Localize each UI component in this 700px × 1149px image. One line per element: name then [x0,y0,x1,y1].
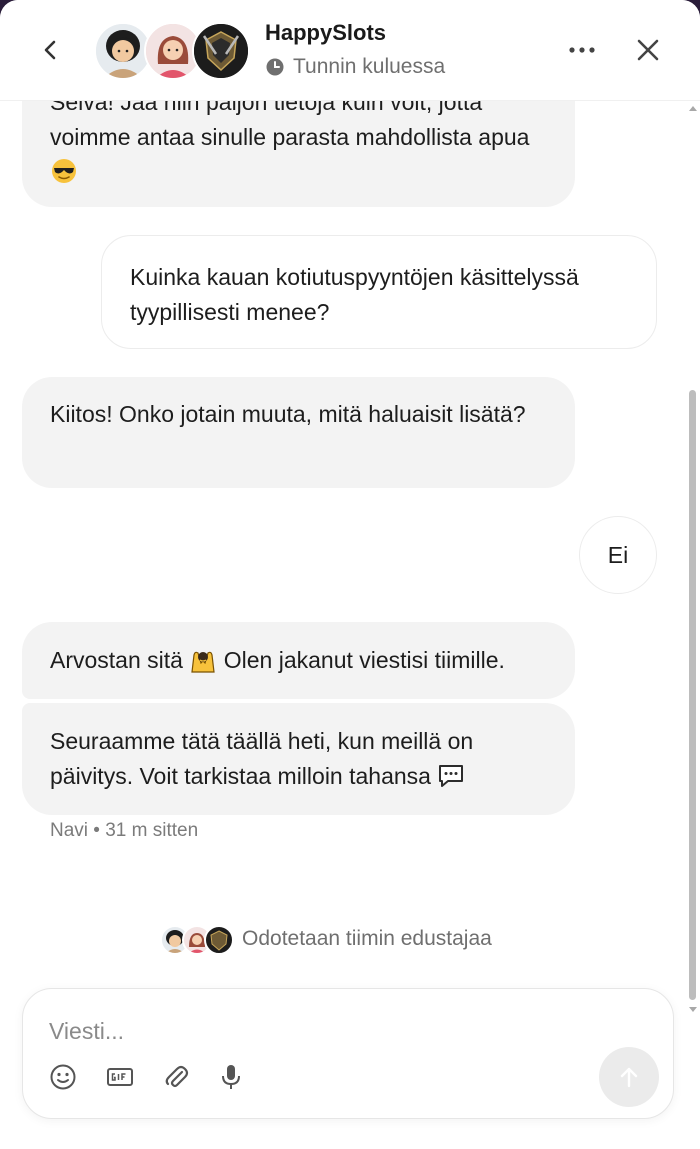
speech-bubble-emoji [439,765,464,787]
message-list[interactable]: Selvä! Jaa niin paljon tietoja kuin voit… [0,100,686,980]
message-text: Arvostan sitä [50,647,183,673]
scroll-down-arrow-icon[interactable] [688,1006,698,1014]
message-input[interactable] [47,1013,571,1049]
send-button[interactable] [599,1047,659,1107]
message-text: Selvä! Jaa niin paljon tietoja kuin voit… [50,100,530,150]
agent-avatars [94,22,254,80]
avatar [204,925,234,955]
status-text: Tunnin kuluessa [293,55,446,78]
chat-header: HappySlots Tunnin kuluessa [0,0,700,101]
sunglasses-emoji [52,159,76,183]
response-time-status: Tunnin kuluessa [265,55,445,79]
voice-button[interactable] [216,1062,246,1092]
message-text: Ei [607,541,629,568]
gif-icon [107,1068,133,1086]
bot-message: Kiitos! Onko jotain muuta, mitä haluaisi… [22,377,575,488]
message-composer [22,988,674,1119]
chevron-left-icon [44,40,56,60]
bot-message: Selvä! Jaa niin paljon tietoja kuin voit… [22,100,575,207]
paperclip-icon [165,1065,189,1088]
emoji-button[interactable] [48,1062,78,1092]
bot-message: Arvostan sitä Olen jakanut viestisi tiim… [22,622,575,699]
message-text: Olen jakanut viestisi tiimille. [223,647,505,673]
brand-logo-avatar [192,22,250,80]
scrollbar[interactable] [686,100,700,1020]
mini-agent-avatars [160,925,236,955]
emoji-icon [50,1064,76,1090]
attach-button[interactable] [161,1062,191,1092]
clock-icon [266,58,284,76]
raised-hands-emoji [191,651,216,673]
more-options-button[interactable] [566,36,598,64]
user-message: Ei [579,516,657,594]
message-meta: Navi • 31 m sitten [50,820,199,841]
gif-button[interactable] [105,1062,135,1092]
arrow-up-icon [620,1067,638,1088]
chat-title: HappySlots [265,20,387,45]
user-message: Kuinka kauan kotiutuspyyntöjen käsittely… [101,235,657,349]
scroll-thumb[interactable] [689,390,696,1000]
message-text: Seuraamme tätä täällä heti, kun meillä o… [50,728,474,789]
more-horizontal-icon [569,47,595,53]
microphone-icon [222,1065,240,1089]
bot-message: Seuraamme tätä täällä heti, kun meillä o… [22,703,575,815]
waiting-text: Odotetaan tiimin edustajaa [242,927,492,950]
scroll-up-arrow-icon[interactable] [688,104,698,112]
back-button[interactable] [34,34,66,66]
chat-window: HappySlots Tunnin kuluessa Selvä! Jaa ni… [0,0,700,1149]
close-icon [637,39,659,61]
close-button[interactable] [632,34,664,66]
waiting-indicator: Odotetaan tiimin edustajaa [160,922,492,956]
